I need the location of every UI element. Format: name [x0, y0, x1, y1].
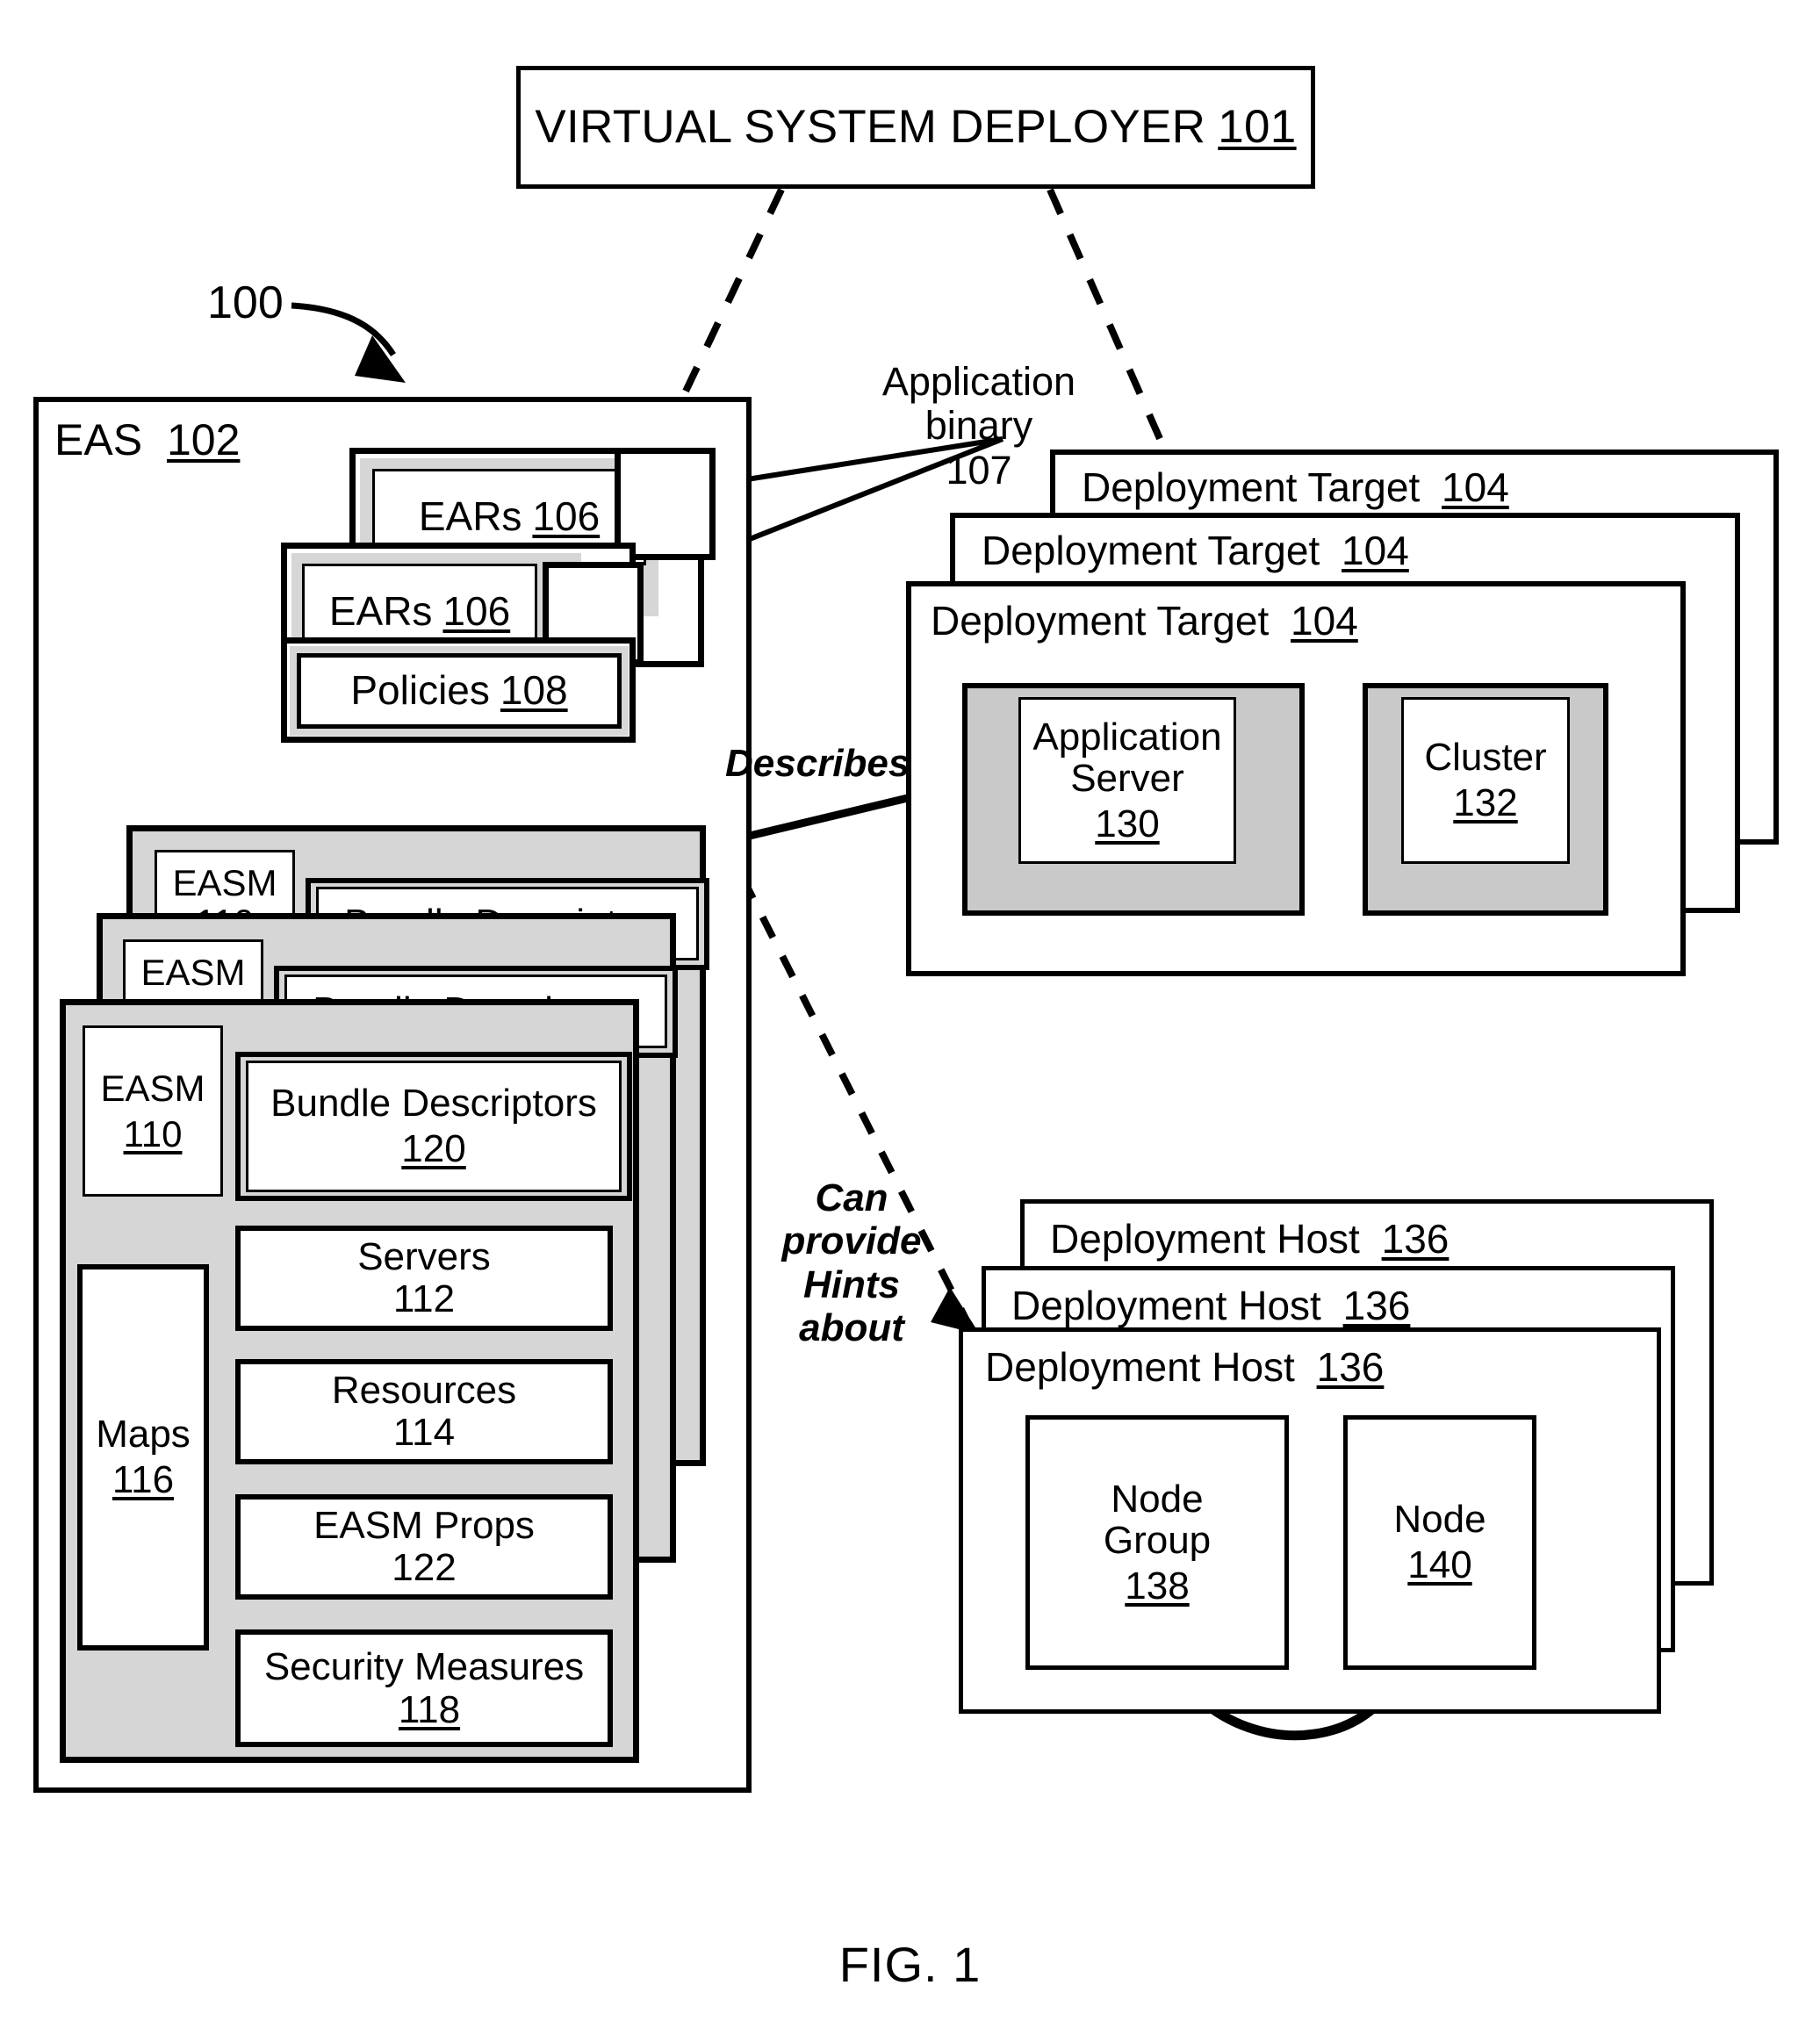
- deployment-target-middle-label: Deployment Target: [982, 528, 1320, 573]
- ref-100-leader: [291, 302, 396, 356]
- hints-annotation: Can provide Hints about: [773, 1176, 931, 1349]
- ears-back-label: EARs: [418, 493, 522, 540]
- easm-tag-front-ref: 110: [123, 1112, 183, 1154]
- virtual-system-deployer-box[interactable]: VIRTUAL SYSTEM DEPLOYER 101: [516, 66, 1315, 189]
- easm-props-label: EASM Props: [313, 1504, 535, 1548]
- application-binary-line1: Application: [881, 359, 1076, 404]
- deployment-target-middle-ref: 104: [1342, 528, 1409, 573]
- hints-line2: provide: [781, 1219, 922, 1263]
- node-group-ref: 138: [1125, 1564, 1190, 1607]
- easm-props-box[interactable]: EASM Props 122: [235, 1494, 613, 1600]
- ears-front-ref: 106: [442, 588, 511, 635]
- easm-props-ref: 122: [392, 1546, 457, 1589]
- policies-label: Policies: [350, 667, 490, 714]
- hints-line1: Can: [815, 1176, 888, 1219]
- cluster-ref: 132: [1453, 781, 1518, 824]
- deployment-host-back-title: Deployment Host 136: [1050, 1215, 1449, 1262]
- deployment-target-back-ref: 104: [1442, 464, 1509, 510]
- bundle-descriptors-front-label: Bundle Descriptors: [270, 1082, 597, 1126]
- deployment-host-middle-label: Deployment Host: [1011, 1283, 1321, 1328]
- deployment-host-front-title: Deployment Host 136: [985, 1343, 1384, 1391]
- easm-tag-middle-label: EASM: [140, 951, 246, 993]
- hints-line4: about: [799, 1305, 904, 1349]
- deployment-host-middle-title: Deployment Host 136: [1011, 1282, 1410, 1329]
- bundle-descriptors-front-box: Bundle Descriptors 120: [246, 1061, 622, 1192]
- node-group-box[interactable]: Node Group 138: [1025, 1415, 1289, 1670]
- security-measures-box[interactable]: Security Measures 118: [235, 1629, 613, 1747]
- deployment-host-front-ref: 136: [1316, 1344, 1385, 1390]
- figure-canvas: VIRTUAL SYSTEM DEPLOYER 101 100 EAS 102 …: [0, 0, 1820, 2021]
- deployment-target-back-title: Deployment Target 104: [1082, 464, 1509, 511]
- deployment-target-back-label: Deployment Target: [1082, 464, 1421, 510]
- hints-line3: Hints: [803, 1262, 900, 1306]
- policies-ref: 108: [500, 667, 568, 714]
- security-measures-label: Security Measures: [263, 1644, 585, 1688]
- node-group-line2: Group: [1103, 1519, 1212, 1563]
- maps-label: Maps: [96, 1413, 191, 1456]
- node-ref: 140: [1407, 1543, 1472, 1586]
- maps-ref: 116: [112, 1458, 175, 1501]
- eas-ref: 102: [166, 415, 241, 464]
- application-server-box[interactable]: Application Server 130: [1018, 697, 1236, 864]
- system-ref-100: 100: [207, 277, 284, 328]
- deployment-host-back-ref: 136: [1381, 1216, 1450, 1262]
- easm-tag-front-label: EASM: [100, 1068, 205, 1110]
- dashed-link-deployer-to-eas: [680, 188, 785, 399]
- resources-label: Resources: [331, 1369, 517, 1413]
- easm-tag-back-label: EASM: [172, 861, 277, 903]
- eas-label: EAS: [54, 415, 143, 464]
- bundle-descriptors-front-ref: 120: [401, 1127, 466, 1170]
- deployment-host-front-label: Deployment Host: [985, 1344, 1295, 1390]
- application-binary-line2: binary: [924, 403, 1033, 449]
- policies-box[interactable]: Policies 108: [297, 653, 622, 729]
- application-server-line2: Server: [1070, 757, 1184, 801]
- ears-front-label: EARs: [328, 588, 433, 635]
- virtual-system-deployer-label: VIRTUAL SYSTEM DEPLOYER: [535, 101, 1206, 154]
- node-label: Node: [1393, 1498, 1486, 1542]
- deployment-host-middle-ref: 136: [1342, 1283, 1411, 1328]
- resources-ref: 114: [392, 1411, 456, 1454]
- deployment-target-middle-title: Deployment Target 104: [982, 527, 1409, 574]
- figure-caption: FIG. 1: [838, 1937, 982, 1992]
- servers-ref: 112: [392, 1277, 456, 1320]
- security-measures-ref: 118: [398, 1688, 461, 1731]
- deployment-host-back-label: Deployment Host: [1050, 1216, 1360, 1262]
- deployment-target-front-label: Deployment Target: [931, 598, 1270, 644]
- virtual-system-deployer-ref: 101: [1218, 101, 1297, 154]
- servers-box[interactable]: Servers 112: [235, 1226, 613, 1331]
- ears-back-ref: 106: [532, 493, 601, 540]
- deployment-target-front-title: Deployment Target 104: [931, 597, 1358, 644]
- node-group-line1: Node: [1111, 1477, 1204, 1521]
- maps-box[interactable]: Maps 116: [77, 1264, 209, 1651]
- eas-title: EAS 102: [54, 414, 240, 465]
- describes-annotation: Describes: [725, 742, 910, 785]
- deployment-target-front-ref: 104: [1291, 598, 1358, 644]
- resources-box[interactable]: Resources 114: [235, 1359, 613, 1464]
- application-server-ref: 130: [1095, 802, 1160, 845]
- node-box[interactable]: Node 140: [1343, 1415, 1536, 1670]
- cluster-label: Cluster: [1424, 736, 1547, 780]
- ref-100-arrowhead: [355, 335, 406, 383]
- cluster-box[interactable]: Cluster 132: [1401, 697, 1570, 864]
- application-server-line1: Application: [1032, 715, 1222, 759]
- servers-label: Servers: [357, 1235, 491, 1279]
- easm-tag-front: EASM 110: [83, 1025, 223, 1197]
